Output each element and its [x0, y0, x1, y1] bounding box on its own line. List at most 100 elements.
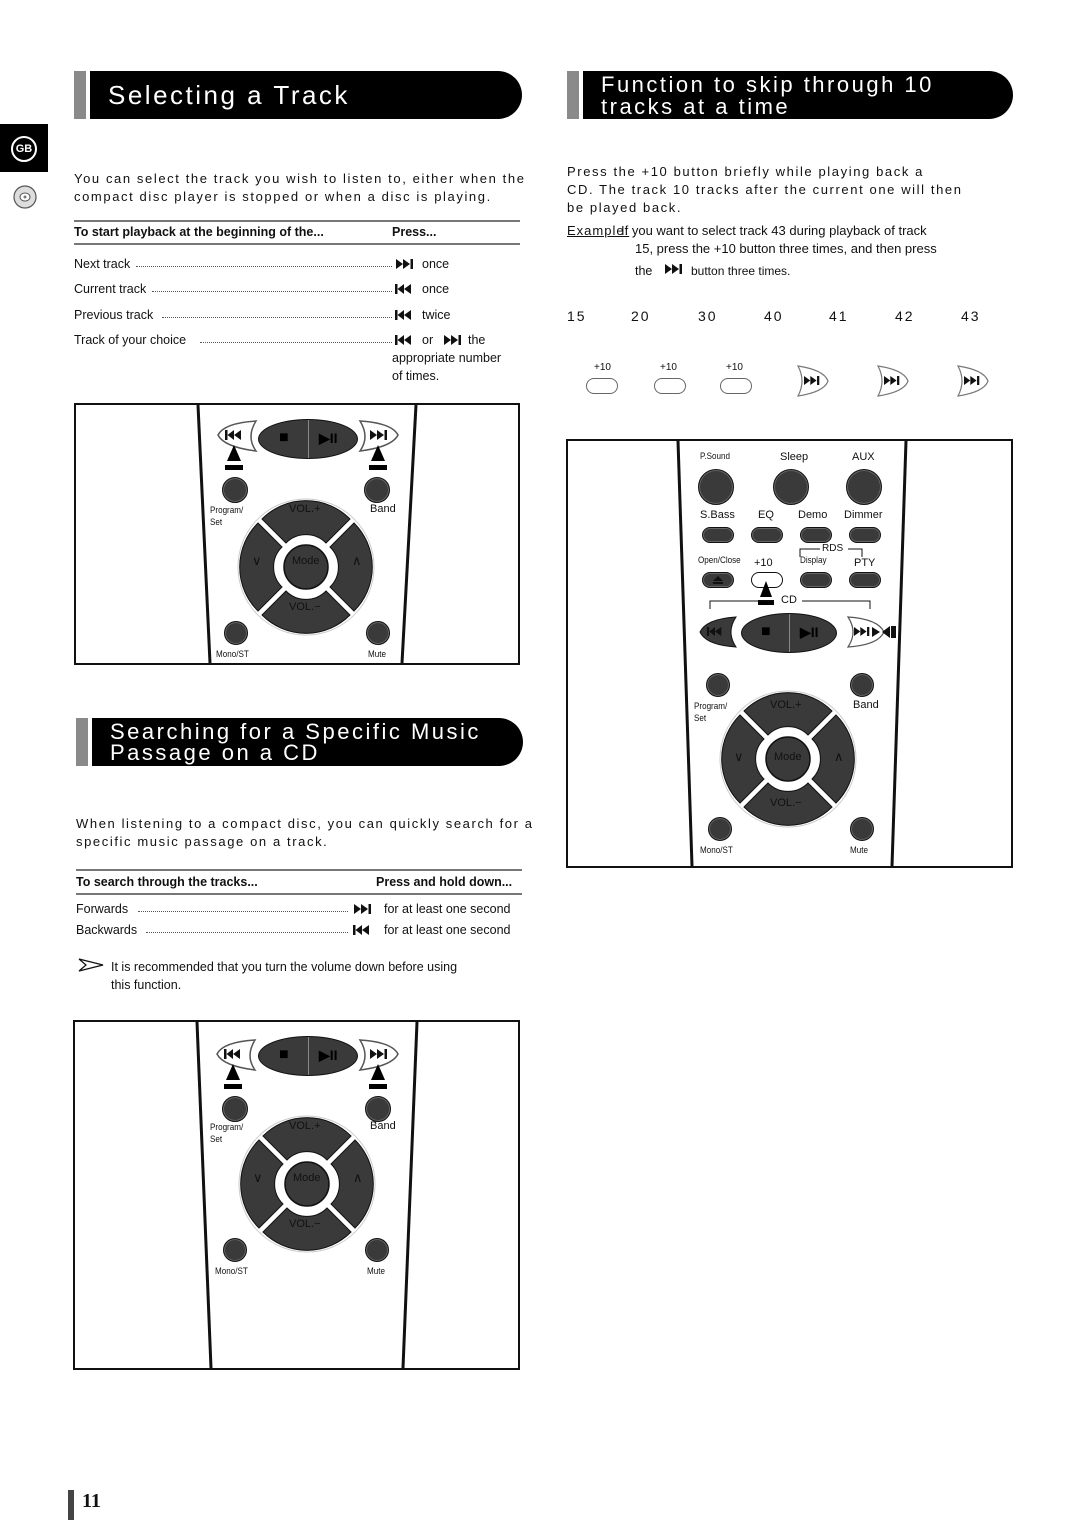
- vol-minus-button[interactable]: VOL.−: [770, 797, 802, 809]
- mute-button[interactable]: [366, 621, 390, 645]
- section-header-selecting-track: Selecting a Track: [74, 71, 522, 119]
- mono-st-label: Mono/ST: [700, 845, 733, 856]
- row-label: Current track: [74, 282, 147, 296]
- next-button[interactable]: [796, 364, 830, 398]
- plus10-button[interactable]: [720, 378, 752, 394]
- table-row: Track of your choice or the appropriate …: [74, 333, 520, 385]
- track-number: 40: [764, 308, 784, 324]
- pty-label: PTY: [854, 557, 876, 569]
- play-pause-button[interactable]: ▶II: [319, 430, 338, 447]
- demo-button[interactable]: [800, 527, 832, 543]
- mode-button[interactable]: Mode: [774, 751, 802, 763]
- vol-minus-button[interactable]: VOL.−: [289, 601, 321, 613]
- press-indicator-arrow: [225, 445, 243, 470]
- play-pause-button[interactable]: ▶II: [319, 1047, 338, 1064]
- play-pause-button[interactable]: ▶II: [800, 624, 819, 641]
- stop-button[interactable]: ■: [279, 429, 289, 447]
- example-line: If you want to select track 43 during pl…: [621, 223, 927, 238]
- note-text: It is recommended that you turn the volu…: [111, 958, 457, 994]
- note-line: It is recommended that you turn the volu…: [111, 960, 458, 974]
- example-line: button three times.: [691, 264, 791, 278]
- sleep-button[interactable]: [773, 469, 809, 505]
- aux-button[interactable]: [846, 469, 882, 505]
- mode-button[interactable]: Mode: [293, 1172, 321, 1184]
- remote-illustration-search: ■ ▶II Program/ Set Band VOL.+ VOL.− Mode…: [73, 1020, 520, 1370]
- vol-plus-button[interactable]: VOL.+: [289, 503, 321, 515]
- plus10-button[interactable]: [654, 378, 686, 394]
- row-action: for at least one second: [384, 902, 511, 916]
- next-button[interactable]: [846, 615, 906, 651]
- previous-track-icon: [352, 924, 372, 939]
- p-sound-button[interactable]: [698, 469, 734, 505]
- remote-illustration-next-prev: ■ ▶II Program/ Set Band VOL.+ VOL.− Mode…: [74, 403, 520, 665]
- display-label: Display: [800, 555, 827, 566]
- vol-minus-button[interactable]: VOL.−: [289, 1218, 321, 1230]
- up-button[interactable]: ∧: [353, 1170, 363, 1186]
- table-header-col2: Press...: [392, 225, 437, 239]
- stop-button[interactable]: ■: [761, 623, 771, 641]
- mode-button[interactable]: Mode: [292, 555, 320, 567]
- mono-st-button[interactable]: [224, 621, 248, 645]
- track-selection-table: To start playback at the beginning of th…: [74, 220, 520, 390]
- table-row: Previous track twice: [74, 308, 520, 322]
- next-track-icon: [665, 262, 685, 280]
- up-button[interactable]: ∧: [834, 749, 844, 765]
- mute-label: Mute: [367, 1266, 385, 1277]
- stop-button[interactable]: ■: [279, 1046, 289, 1064]
- plus10-label: +10: [660, 362, 677, 373]
- down-button[interactable]: ∨: [734, 749, 744, 765]
- sleep-label: Sleep: [780, 451, 809, 463]
- dimmer-button[interactable]: [849, 527, 881, 543]
- down-button[interactable]: ∨: [252, 553, 262, 569]
- stop-play-button-group: ■ ▶II: [741, 613, 837, 653]
- mono-st-button[interactable]: [223, 1238, 247, 1262]
- step-sequence: +10 +10 +10: [584, 360, 1004, 400]
- plus10-button[interactable]: [586, 378, 618, 394]
- header-accent-bar: [74, 71, 86, 119]
- next-track-icon: [396, 258, 416, 273]
- prev-button[interactable]: [698, 615, 738, 651]
- section-title: Function to skip through 10: [601, 72, 934, 97]
- vol-plus-button[interactable]: VOL.+: [770, 699, 802, 711]
- mute-button[interactable]: [850, 817, 874, 841]
- intro-line: When listening to a compact disc, you ca…: [76, 816, 534, 831]
- mono-st-label: Mono/ST: [216, 649, 249, 660]
- mono-st-button[interactable]: [708, 817, 732, 841]
- eq-button[interactable]: [751, 527, 783, 543]
- display-button[interactable]: [800, 572, 832, 588]
- table-rule: [76, 893, 522, 895]
- program-set-label: Set: [210, 1134, 223, 1145]
- row-label: Forwards: [76, 902, 129, 916]
- aux-label: AUX: [852, 451, 875, 463]
- leader-dots: [138, 911, 348, 912]
- open-close-button[interactable]: [702, 572, 734, 588]
- row-label: Backwards: [76, 923, 138, 937]
- track-number: 20: [631, 308, 651, 324]
- stop-play-button-group: ■ ▶II: [258, 1036, 358, 1076]
- up-button[interactable]: ∧: [352, 553, 362, 569]
- intro-line: Press the +10 button briefly while playi…: [567, 164, 924, 179]
- open-close-label: Open/Close: [698, 555, 741, 566]
- table-rule: [76, 869, 522, 871]
- pty-button[interactable]: [849, 572, 881, 588]
- vol-plus-button[interactable]: VOL.+: [289, 1120, 321, 1132]
- next-button[interactable]: [876, 364, 910, 398]
- mute-label: Mute: [368, 649, 386, 660]
- track-number: 30: [698, 308, 718, 324]
- track-sequence: 15 20 30 40 41 42 43: [567, 308, 1007, 328]
- leader-dots: [152, 291, 392, 292]
- page-number: 11: [82, 1490, 101, 1512]
- skip-ten-intro: Press the +10 button briefly while playi…: [567, 163, 1037, 217]
- next-button[interactable]: [956, 364, 990, 398]
- header-accent-bar: [567, 71, 579, 119]
- plus10-label: +10: [726, 362, 743, 373]
- mute-button[interactable]: [365, 1238, 389, 1262]
- example-line: 15, press the +10 button three times, an…: [635, 241, 937, 256]
- selecting-track-intro: You can select the track you wish to lis…: [74, 170, 534, 206]
- press-indicator-arrow: [369, 445, 387, 470]
- s-bass-button[interactable]: [702, 527, 734, 543]
- section-header-searching: Searching for a Specific Music Passage o…: [76, 718, 523, 766]
- down-button[interactable]: ∨: [253, 1170, 263, 1186]
- table-rule: [74, 220, 520, 222]
- eq-label: EQ: [758, 509, 774, 521]
